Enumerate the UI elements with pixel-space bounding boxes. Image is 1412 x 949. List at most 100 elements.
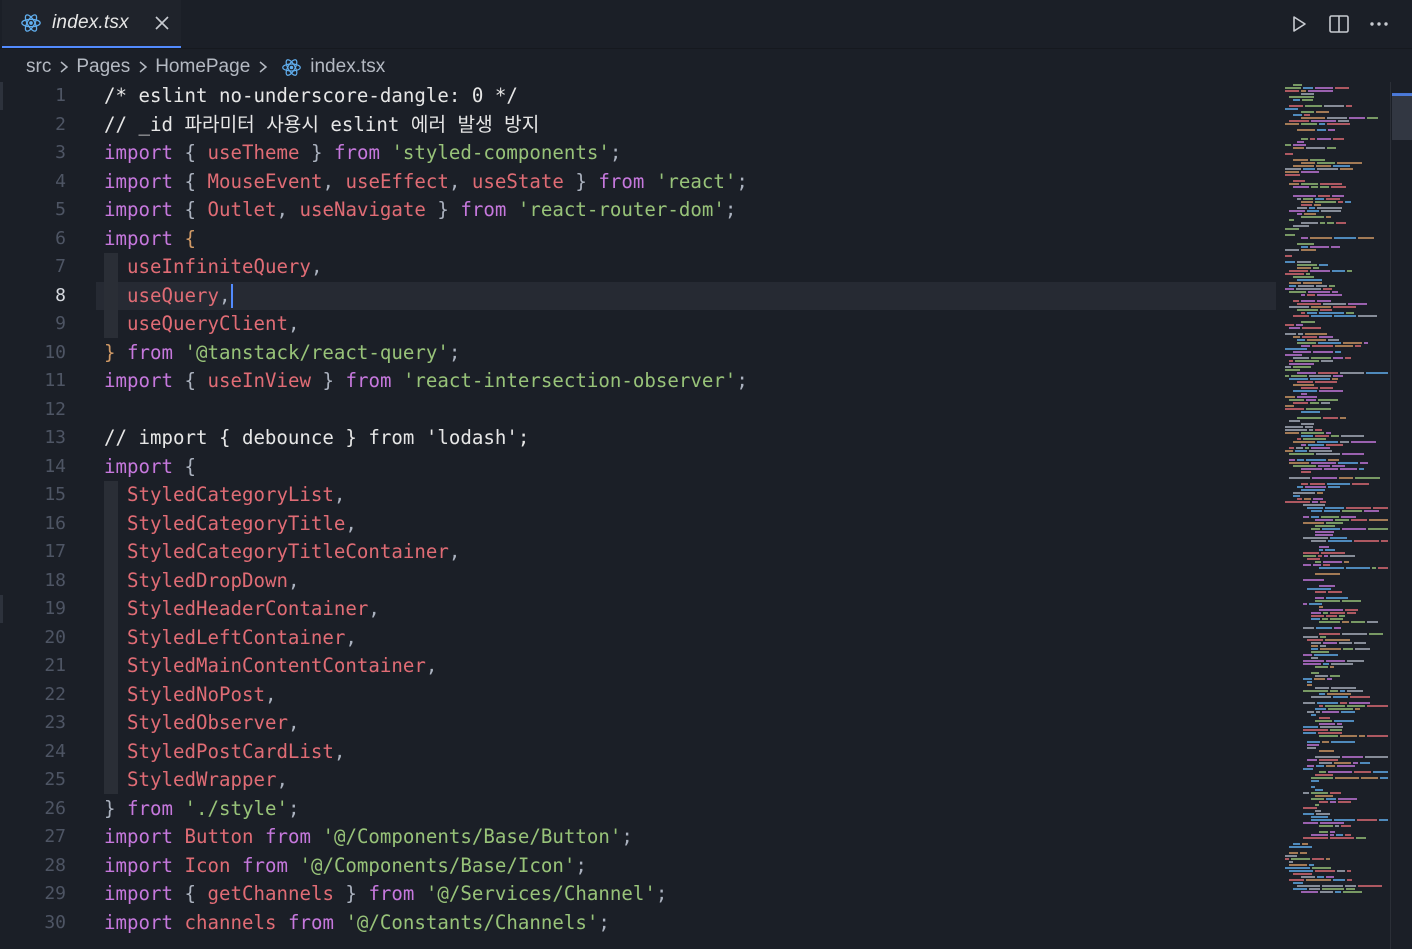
minimap-line xyxy=(1319,567,1344,569)
close-icon[interactable] xyxy=(152,13,172,33)
code-token: StyledDropDown xyxy=(127,568,288,592)
minimap-line xyxy=(1293,384,1314,386)
minimap-line xyxy=(1303,813,1314,815)
breadcrumb-item-src[interactable]: src xyxy=(26,56,51,78)
minimap-line xyxy=(1285,408,1304,410)
line-number: 14 xyxy=(44,455,66,477)
minimap-line xyxy=(1303,579,1324,581)
code-line: StyledLeftContainer, xyxy=(104,624,357,653)
minimap-line xyxy=(1308,444,1324,446)
minimap-line xyxy=(1366,372,1388,374)
code-token: , xyxy=(368,597,380,620)
minimap-line xyxy=(1380,777,1388,779)
minimap-line xyxy=(1352,483,1369,485)
minimap-line xyxy=(1340,417,1346,419)
code-token: from xyxy=(127,796,173,820)
minimap-line xyxy=(1330,792,1341,794)
minimap-line xyxy=(1311,648,1318,650)
minimap-line xyxy=(1285,174,1300,176)
minimap-line xyxy=(1289,105,1303,107)
minimap-line xyxy=(1300,852,1307,854)
minimap-line xyxy=(1301,387,1318,389)
minimap-line xyxy=(1285,87,1301,89)
minimap-line xyxy=(1315,591,1326,593)
editor-tab-bar: index.tsx xyxy=(0,0,1412,49)
minimap-line xyxy=(1327,147,1336,149)
minimap-line xyxy=(1325,639,1350,641)
minimap-line xyxy=(1307,507,1323,509)
minimap-line xyxy=(1331,186,1346,188)
minimap-line xyxy=(1301,246,1308,248)
minimap-line xyxy=(1307,759,1317,761)
code-line: import { useInView } from 'react-interse… xyxy=(104,367,748,396)
scrollbar-thumb[interactable] xyxy=(1392,94,1412,140)
minimap-line xyxy=(1317,492,1323,494)
minimap[interactable] xyxy=(1280,82,1390,902)
minimap-line xyxy=(1297,339,1305,341)
tab-label: index.tsx xyxy=(52,12,129,33)
line-number: 3 xyxy=(55,142,66,163)
line-number: 21 xyxy=(44,655,66,676)
tab-index-tsx[interactable]: index.tsx xyxy=(2,0,181,48)
minimap-line xyxy=(1338,462,1358,464)
minimap-line xyxy=(1303,504,1325,506)
minimap-line xyxy=(1314,654,1338,656)
minimap-line xyxy=(1311,786,1315,788)
line-number: 17 xyxy=(44,541,66,562)
minimap-line xyxy=(1312,858,1324,860)
breadcrumb-item-file[interactable]: index.tsx xyxy=(310,56,385,78)
vertical-scrollbar[interactable] xyxy=(1390,82,1412,949)
minimap-line xyxy=(1330,555,1355,557)
minimap-line xyxy=(1342,453,1364,455)
minimap-line xyxy=(1328,540,1352,542)
breadcrumb-item-homepage[interactable]: HomePage xyxy=(155,56,250,78)
more-actions-button[interactable] xyxy=(1366,12,1392,36)
minimap-line xyxy=(1303,663,1321,665)
minimap-line xyxy=(1328,771,1352,773)
run-button[interactable] xyxy=(1286,12,1312,36)
code-token: channels xyxy=(184,910,277,934)
minimap-line xyxy=(1307,747,1316,749)
minimap-line xyxy=(1301,171,1319,173)
code-token: StyledMainContentContainer xyxy=(127,654,426,677)
minimap-line xyxy=(1317,294,1342,296)
minimap-line xyxy=(1345,357,1351,359)
minimap-line xyxy=(1330,831,1335,833)
minimap-line xyxy=(1350,696,1370,698)
minimap-line xyxy=(1334,762,1351,764)
code-line: import Icon from '@/Components/Base/Icon… xyxy=(104,852,587,881)
minimap-line xyxy=(1303,822,1318,824)
code-line: useInfiniteQuery, xyxy=(104,253,322,282)
minimap-line xyxy=(1332,291,1338,293)
minimap-line xyxy=(1379,819,1388,821)
code-line: StyledMainContentContainer, xyxy=(104,652,437,681)
minimap-line xyxy=(1293,315,1309,317)
minimap-line xyxy=(1367,117,1378,119)
breadcrumb-item-pages[interactable]: Pages xyxy=(76,56,130,78)
minimap-line xyxy=(1285,369,1300,371)
minimap-line xyxy=(1309,450,1332,452)
minimap-line xyxy=(1315,795,1333,797)
minimap-line xyxy=(1311,792,1328,794)
minimap-line xyxy=(1319,585,1335,587)
minimap-line xyxy=(1293,873,1312,875)
minimap-line xyxy=(1336,222,1346,224)
line-number: 22 xyxy=(44,683,66,705)
code-line: useQuery, xyxy=(104,282,234,311)
minimap-line xyxy=(1297,213,1302,215)
minimap-line xyxy=(1347,705,1365,707)
code-line: // _id 파라미터 사용시 eslint 에러 발생 방지 xyxy=(104,111,539,140)
minimap-line xyxy=(1293,195,1316,197)
line-number: 20 xyxy=(44,626,66,648)
scrollbar-cursor-marker xyxy=(1392,93,1412,96)
minimap-line xyxy=(1354,540,1379,542)
code-editor[interactable]: 1 2 3 4 5 6 7 8 9 10 11 12 13 14 15 16 17 18 19 20 21 22 23 24 2… xyxy=(0,82,1412,949)
minimap-line xyxy=(1315,675,1328,677)
split-editor-button[interactable] xyxy=(1326,12,1352,36)
minimap-line xyxy=(1325,705,1345,707)
